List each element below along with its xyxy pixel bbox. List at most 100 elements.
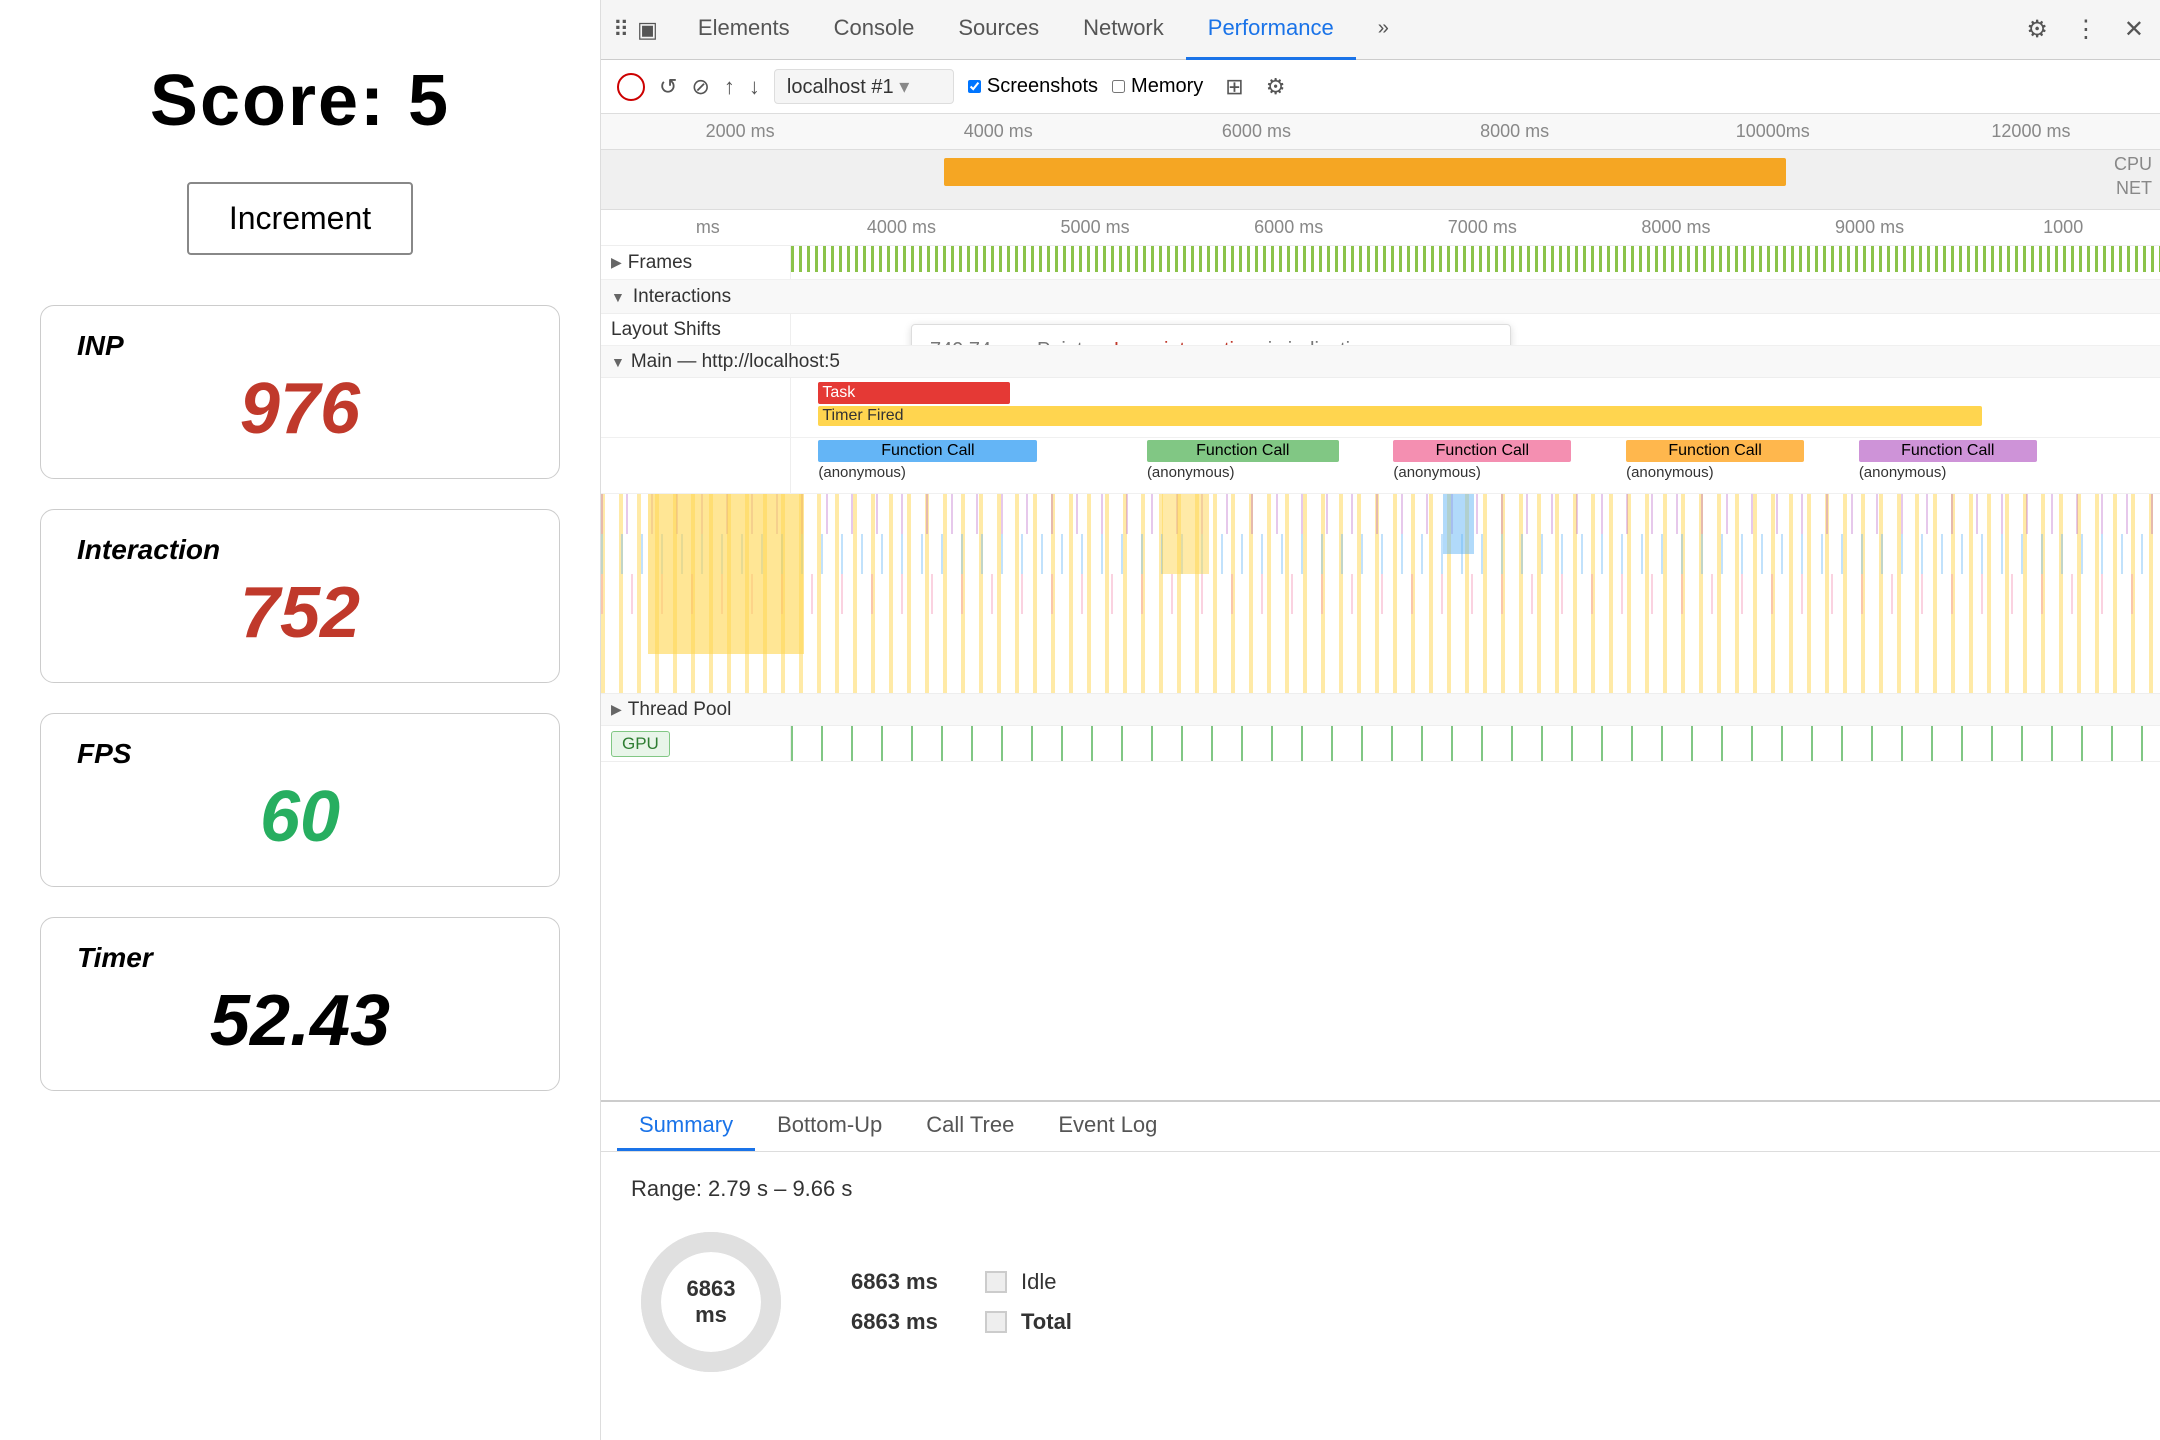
fn-call-1: Function Call [818,440,1037,462]
timeline-ruler2: ms 4000 ms 5000 ms 6000 ms 7000 ms 8000 … [601,210,2160,246]
gpu-badge: GPU [611,731,670,757]
timer-card: Timer 52.43 [40,917,560,1091]
location-bar: localhost #1 ▾ [774,69,954,104]
download-icon[interactable]: ↓ [749,74,760,100]
tab-more[interactable]: » [1356,0,1411,60]
function-calls-row: Function Call Function Call Function Cal… [601,438,2160,494]
bottom-panel: Summary Bottom-Up Call Tree Event Log Ra… [601,1100,2160,1440]
legend-row-idle: 6863 ms Idle [851,1269,1072,1295]
anon-4: (anonymous) [1859,464,1947,481]
settings-icon[interactable]: ⚙ [2022,11,2052,48]
timeline-area[interactable]: 2000 ms 4000 ms 6000 ms 8000 ms 10000ms … [601,114,2160,1100]
frames-bar [791,246,2160,272]
devtools-toolbar: ⠿ ▣ Elements Console Sources Network Per… [601,0,2160,60]
clear-icon[interactable]: ⊘ [691,74,709,100]
memory-check[interactable] [1112,80,1125,93]
inp-card: INP 976 [40,305,560,479]
increment-button[interactable]: Increment [187,182,413,255]
frames-row: ▶ Frames [601,246,2160,280]
task-content: Task Timer Fired [791,378,2160,438]
main-section-header[interactable]: ▼ Main — http://localhost:5 [601,346,2160,378]
left-panel: Score: 5 Increment INP 976 Interaction 7… [0,0,600,1440]
interaction-value: 752 [77,572,523,654]
tab-call-tree[interactable]: Call Tree [904,1101,1036,1151]
layout-shifts-content: 749.74 ms Pointer Long interaction is in… [791,314,2160,345]
upload-icon[interactable]: ↑ [724,74,735,100]
tab-sources[interactable]: Sources [936,0,1061,60]
task-bar: Task [818,382,1010,404]
interactions-triangle: ▼ [611,289,625,305]
ruler-mark-1: 4000 ms [869,121,1127,142]
interaction-tooltip: 749.74 ms Pointer Long interaction is in… [911,324,1511,345]
screenshots-checkbox[interactable]: Screenshots [968,75,1098,98]
more-icon[interactable]: ⋮ [2070,11,2102,48]
tab-summary[interactable]: Summary [617,1101,755,1151]
bottom-tabs: Summary Bottom-Up Call Tree Event Log [601,1102,2160,1152]
ruler2-1: 4000 ms [805,217,999,238]
summary-content: Range: 2.79 s – 9.66 s 6863 ms 6863 ms I… [601,1152,2160,1406]
fn-call-5: Function Call [1859,440,2037,462]
layout-shifts-row: Layout Shifts 749.74 ms Pointer Long int… [601,314,2160,346]
dock-icon: ▣ [637,17,658,43]
thread-pool-triangle: ▶ [611,701,622,718]
activity-area [601,494,2160,694]
donut-label: 6863 ms [671,1276,751,1328]
anon-0: (anonymous) [818,464,906,481]
tab-bottom-up[interactable]: Bottom-Up [755,1101,904,1151]
thread-pool-text: Thread Pool [628,699,732,721]
interactions-section-header[interactable]: ▼ Interactions [601,280,2160,314]
fn-call-4: Function Call [1626,440,1804,462]
tab-performance[interactable]: Performance [1186,0,1356,60]
ruler2-3: 6000 ms [1192,217,1386,238]
long-interaction-link[interactable]: Long interaction [1114,339,1256,345]
timeline-ruler: 2000 ms 4000 ms 6000 ms 8000 ms 10000ms … [601,114,2160,150]
frames-triangle: ▶ [611,254,622,271]
ruler2-5: 8000 ms [1579,217,1773,238]
screenshots-check[interactable] [968,80,981,93]
capture-icon[interactable]: ⊞ [1225,74,1243,100]
score-title: Score: 5 [150,60,450,142]
ruler2-4: 7000 ms [1386,217,1580,238]
grid-icon: ⠿ [613,17,629,43]
refresh-icon[interactable]: ↺ [659,74,677,100]
timer-value: 52.43 [77,980,523,1062]
layout-shifts-text: Layout Shifts [611,319,721,341]
gpu-label-cell: GPU [601,726,791,761]
ruler-mark-0: 2000 ms [611,121,869,142]
tab-event-log[interactable]: Event Log [1036,1101,1179,1151]
donut-chart: 6863 ms [631,1222,791,1382]
fn-empty-label [601,438,791,493]
memory-checkbox[interactable]: Memory [1112,75,1203,98]
close-icon[interactable]: ✕ [2120,11,2148,48]
legend-row-total: 6863 ms Total [851,1309,1072,1335]
anon-2: (anonymous) [1393,464,1481,481]
ruler2-2: 5000 ms [998,217,1192,238]
fps-card: FPS 60 [40,713,560,887]
ruler-mark-3: 8000 ms [1386,121,1644,142]
task-row: Task Timer Fired [601,378,2160,438]
tab-console[interactable]: Console [812,0,937,60]
tab-elements[interactable]: Elements [676,0,812,60]
cpu-net-bar: CPU NET [601,150,2160,210]
interactions-text: Interactions [633,286,731,308]
ruler-mark-4: 10000ms [1644,121,1902,142]
fn-content: Function Call Function Call Function Cal… [791,438,2160,494]
interaction-label: Interaction [77,534,523,566]
inp-label: INP [77,330,523,362]
anon-1: (anonymous) [1147,464,1235,481]
gear-icon[interactable]: ⚙ [1266,74,1286,100]
timer-label: Timer [77,942,523,974]
summary-legend: 6863 ms Idle 6863 ms Total [851,1269,1072,1335]
record-button[interactable] [617,73,645,101]
thread-pool-row[interactable]: ▶ Thread Pool [601,694,2160,726]
ruler-mark-5: 12000 ms [1902,121,2160,142]
main-text: Main — http://localhost:5 [631,351,840,373]
range-text: Range: 2.79 s – 9.66 s [631,1176,2130,1202]
devtools-toolbar2: ↺ ⊘ ↑ ↓ localhost #1 ▾ Screenshots Memor… [601,60,2160,114]
tab-network[interactable]: Network [1061,0,1186,60]
ruler2-0: ms [611,217,805,238]
cpu-label: CPU [2114,154,2152,175]
anon-3: (anonymous) [1626,464,1714,481]
tooltip-message: is indicating poor page responsiveness. [930,339,1468,345]
frames-content [791,246,2160,279]
